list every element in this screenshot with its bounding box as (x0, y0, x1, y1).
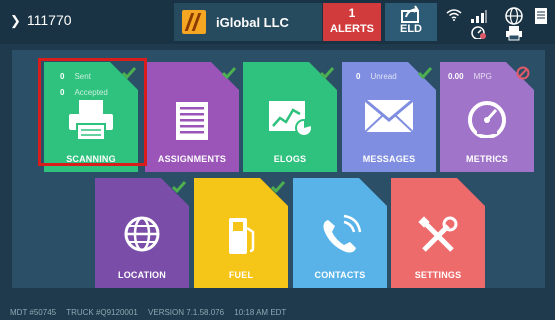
chart-report-icon (243, 98, 337, 143)
unread-count: 0 (356, 72, 361, 81)
tile-settings[interactable]: SETTINGS (391, 178, 485, 288)
selection-highlight (38, 58, 147, 166)
fuel-pump-icon (194, 214, 288, 263)
truck-number: TRUCK #Q9120001 (66, 308, 138, 317)
footer-info: MDT #50745 TRUCK #Q9120001 VERSION 7.1.5… (10, 308, 294, 317)
company-selector[interactable]: iGlobal LLC (174, 3, 322, 41)
eld-button[interactable]: ELD (385, 3, 437, 41)
version-text: VERSION 7.1.58.076 (148, 308, 225, 317)
time-text: 10:18 AM EDT (234, 308, 287, 317)
alerts-count: 1 (348, 6, 356, 20)
gauge-warning-icon (471, 26, 486, 39)
check-icon (172, 181, 186, 194)
disabled-icon (516, 66, 530, 80)
signal-icon (471, 10, 487, 23)
top-bar: ❯ 111770 iGlobal LLC 1 ALERTS ELD (0, 0, 555, 44)
tile-location[interactable]: LOCATION (95, 178, 189, 288)
unread-stat: 0 Unread (356, 72, 397, 81)
share-arrow-icon (401, 5, 419, 23)
unit-id-text: 111770 (26, 12, 72, 28)
mpg-label: MPG (473, 72, 492, 81)
globe-icon (505, 7, 523, 25)
envelope-icon (342, 98, 436, 139)
mpg-value: 0.00 (448, 72, 464, 81)
tile-contacts-label: CONTACTS (314, 270, 366, 280)
tile-location-label: LOCATION (118, 270, 166, 280)
tile-fuel[interactable]: FUEL (194, 178, 288, 288)
tile-settings-label: SETTINGS (414, 270, 462, 280)
wifi-icon (446, 9, 462, 21)
alerts-label: ALERTS (330, 23, 374, 35)
document-icon (535, 8, 547, 24)
check-icon (222, 67, 236, 80)
mdt-number: MDT #50745 (10, 308, 57, 317)
speedometer-icon (440, 98, 534, 143)
phone-icon (293, 214, 387, 263)
tile-elogs-label: ELOGS (273, 154, 307, 164)
unread-label: Unread (370, 72, 397, 81)
tools-icon (391, 214, 485, 263)
status-icons (442, 3, 552, 41)
tile-fuel-label: FUEL (228, 270, 254, 280)
printer-icon (506, 26, 522, 41)
check-icon (320, 67, 334, 80)
tile-messages-label: MESSAGES (362, 154, 416, 164)
tile-assignments-label: ASSIGNMENTS (157, 154, 227, 164)
check-icon (418, 67, 432, 80)
chevron-right-icon: ❯ (10, 13, 21, 28)
alerts-button[interactable]: 1 ALERTS (323, 3, 381, 41)
clipboard-icon (145, 98, 239, 147)
tile-contacts[interactable]: CONTACTS (293, 178, 387, 288)
company-name: iGlobal LLC (216, 14, 289, 30)
unit-id[interactable]: ❯ 111770 (10, 12, 72, 29)
tile-metrics-label: METRICS (466, 154, 508, 164)
globe-icon (95, 214, 189, 259)
check-icon (271, 181, 285, 194)
company-logo-icon (182, 10, 206, 34)
mpg-stat: 0.00 MPG (448, 72, 492, 81)
eld-label: ELD (400, 23, 422, 35)
